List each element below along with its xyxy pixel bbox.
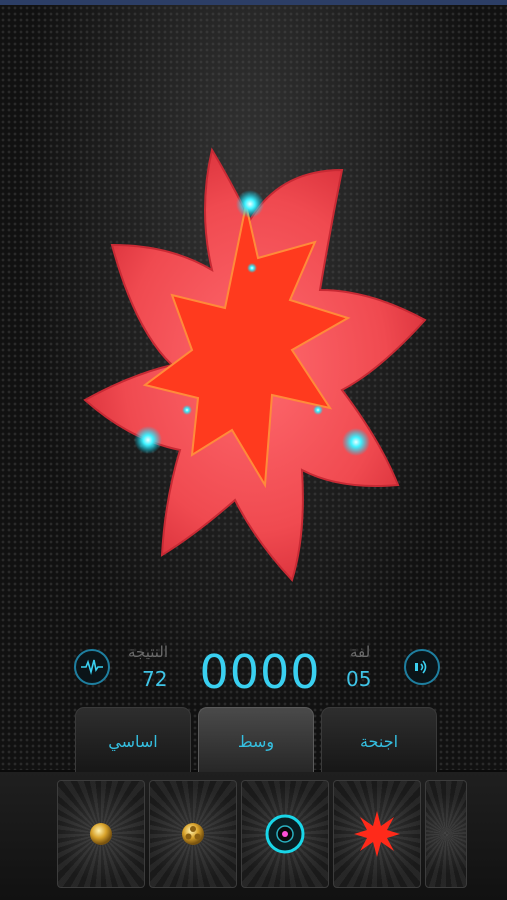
glow-dot (236, 190, 264, 218)
red-star-icon (354, 811, 400, 857)
tab-label: وسط (237, 731, 275, 751)
tab-label: اساسي (108, 731, 158, 751)
score-panel: النتيجة 72 0000 لفة 05 (0, 635, 507, 705)
gold-bead-icon (90, 823, 112, 845)
glow-dot (247, 263, 257, 273)
tab-wings[interactable]: اجنحة (321, 707, 437, 774)
cyan-ring-piece[interactable] (241, 780, 329, 888)
partial-piece[interactable] (425, 780, 467, 888)
category-tabs: اساسي وسط اجنحة (0, 705, 507, 774)
sound-icon (415, 660, 427, 674)
waveform-icon (81, 659, 103, 675)
result-value: 72 (142, 667, 168, 691)
sound-button[interactable] (404, 649, 440, 685)
glow-dot (342, 428, 370, 456)
gold-flower-bead-icon (182, 823, 204, 845)
glow-dot (313, 405, 323, 415)
result-label: النتيجة (128, 643, 169, 661)
gold-bead-piece[interactable] (57, 780, 145, 888)
level-label: لفة (350, 643, 371, 661)
red-star-piece[interactable] (333, 780, 421, 888)
glow-dot (182, 405, 192, 415)
tab-label: اجنحة (359, 731, 399, 751)
gold-flower-bead-piece[interactable] (149, 780, 237, 888)
design-star (83, 147, 427, 582)
level-value: 05 (346, 667, 372, 691)
tab-middle[interactable]: وسط (198, 707, 314, 774)
waveform-button[interactable] (74, 649, 110, 685)
score-counter: 0000 (199, 645, 321, 699)
cyan-ring-icon (265, 814, 305, 854)
tab-basic[interactable]: اساسي (75, 707, 191, 774)
glow-dot (134, 426, 162, 454)
piece-tray[interactable] (0, 772, 507, 900)
